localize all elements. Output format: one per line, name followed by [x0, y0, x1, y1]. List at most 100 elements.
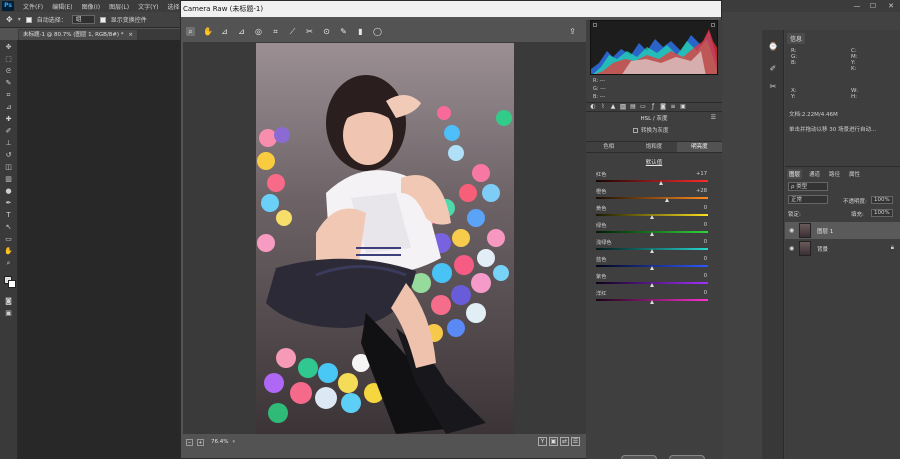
menu-image[interactable]: 图像(I)	[82, 2, 100, 11]
highlight-clip-indicator[interactable]	[711, 23, 715, 27]
fill-field[interactable]: 100%	[871, 209, 893, 217]
shape-tool-icon[interactable]: ▭	[4, 235, 13, 244]
presets-icon[interactable]: ≡	[670, 104, 676, 110]
spot-removal-icon[interactable]: ✂	[305, 27, 314, 36]
type-tool-icon[interactable]: T	[4, 211, 13, 220]
slider-thumb[interactable]	[649, 283, 654, 287]
screen-mode-icon[interactable]: ▣	[4, 309, 13, 318]
history-icon[interactable]: ⌚	[768, 42, 778, 52]
target-adjust-icon[interactable]: ◎	[254, 27, 263, 36]
tab-luminance[interactable]: 明亮度	[676, 142, 722, 152]
tab-paths[interactable]: 路径	[827, 169, 842, 179]
lasso-tool-icon[interactable]: ᘓ	[4, 67, 13, 76]
slider-thumb[interactable]	[649, 249, 654, 253]
preview-image[interactable]	[256, 43, 514, 434]
crop-tool-icon[interactable]: ⌗	[4, 91, 13, 100]
marquee-tool-icon[interactable]: ⬚	[4, 55, 13, 64]
shadow-clip-indicator[interactable]	[593, 23, 597, 27]
eye-icon[interactable]: ◉	[789, 245, 796, 252]
camera-calibration-icon[interactable]: ◙	[660, 104, 666, 110]
snapshots-icon[interactable]: ▣	[680, 104, 686, 110]
cancel-button[interactable]	[669, 455, 705, 459]
graduated-filter-icon[interactable]: ▮	[356, 27, 365, 36]
background-color-swatch[interactable]	[8, 280, 16, 288]
convert-grayscale-option[interactable]: 转换为灰度	[633, 126, 723, 135]
swap-settings-icon[interactable]: ⇄	[560, 437, 569, 446]
menu-layer[interactable]: 图层(L)	[109, 2, 129, 11]
menu-edit[interactable]: 编辑(E)	[52, 2, 72, 11]
tab-layers[interactable]: 图层	[787, 169, 803, 179]
quick-select-tool-icon[interactable]: ✎	[4, 79, 13, 88]
effects-icon[interactable]: ƒ	[650, 104, 656, 110]
layer-name[interactable]: 图层 1	[817, 227, 833, 235]
red-eye-icon[interactable]: ⊙	[322, 27, 331, 36]
tab-properties[interactable]: 属性	[847, 169, 862, 179]
layer-name[interactable]: 背景	[817, 245, 828, 253]
slider-value[interactable]: 0	[704, 222, 707, 228]
tab-info[interactable]: 信息	[787, 33, 806, 44]
healing-brush-tool-icon[interactable]: ✚	[4, 115, 13, 124]
crop-icon[interactable]: ⌗	[271, 27, 280, 36]
slider-track[interactable]	[596, 197, 708, 199]
pen-tool-icon[interactable]: ✒	[4, 199, 13, 208]
slider-thumb[interactable]	[649, 232, 654, 236]
straighten-icon[interactable]: ⟋	[288, 27, 297, 36]
blend-mode-dropdown[interactable]: 正常	[788, 195, 828, 204]
slider-value[interactable]: 0	[704, 290, 707, 296]
split-toning-icon[interactable]: ▤	[630, 104, 636, 110]
slider-thumb[interactable]	[659, 181, 664, 185]
history-brush-tool-icon[interactable]: ↺	[4, 151, 13, 160]
tab-hue[interactable]: 色相	[586, 142, 631, 152]
tab-channels[interactable]: 通道	[807, 169, 822, 179]
move-tool-icon[interactable]: ✥	[6, 15, 13, 24]
before-after-toggle-icon[interactable]: ▣	[549, 437, 558, 446]
gradient-tool-icon[interactable]: ▥	[4, 175, 13, 184]
slider-thumb[interactable]	[649, 266, 654, 270]
eye-icon[interactable]: ◉	[789, 227, 796, 234]
brush-tool-icon[interactable]: ✐	[4, 127, 13, 136]
lens-corrections-icon[interactable]: ▭	[640, 104, 646, 110]
slider-value[interactable]: 0	[704, 239, 707, 245]
close-icon[interactable]: ×	[128, 32, 133, 38]
zoom-in-button[interactable]: +	[197, 438, 204, 446]
zoom-level[interactable]: 76.4%	[211, 439, 228, 445]
move-tool-icon[interactable]: ✥	[4, 43, 13, 52]
zoom-out-button[interactable]: −	[186, 438, 193, 446]
radial-filter-icon[interactable]: ◯	[373, 27, 382, 36]
hsl-icon[interactable]: ▥	[620, 104, 626, 110]
show-transform-checkbox[interactable]	[99, 16, 106, 23]
zoom-icon[interactable]: ⌕	[186, 26, 195, 36]
slider-thumb[interactable]	[665, 198, 670, 202]
quick-mask-icon[interactable]: ◙	[4, 297, 13, 306]
detail-icon[interactable]: ▲	[610, 104, 616, 110]
maximize-button[interactable]: ☐	[868, 1, 878, 11]
dropdown-arrow-icon[interactable]: ▾	[18, 16, 21, 23]
defaults-link[interactable]: 默认值	[586, 158, 722, 166]
white-balance-icon[interactable]: ⊿	[220, 27, 229, 36]
eyedropper-tool-icon[interactable]: ⊿	[4, 103, 13, 112]
slider-thumb[interactable]	[649, 215, 654, 219]
auto-select-dropdown[interactable]: 组	[71, 15, 95, 24]
slider-value[interactable]: 0	[704, 205, 707, 211]
menu-type[interactable]: 文字(Y)	[138, 2, 158, 11]
panel-menu-icon[interactable]: ☰	[711, 114, 716, 121]
document-tab[interactable]: 未标题-1 @ 80.7% (图层 1, RGB/8#) * ×	[19, 30, 137, 40]
layer-filter-dropdown[interactable]: ρ 类型	[788, 182, 828, 191]
slider-thumb[interactable]	[649, 300, 654, 304]
layer-row[interactable]: ◉ 图层 1	[785, 222, 900, 239]
auto-select-checkbox[interactable]	[25, 16, 32, 23]
open-preferences-icon[interactable]: ⇪	[568, 27, 577, 36]
minimize-button[interactable]: —	[852, 1, 862, 11]
layer-row[interactable]: ◉ 背景 🔒︎	[785, 240, 900, 257]
hand-icon[interactable]: ✋	[203, 27, 213, 36]
ok-button[interactable]	[621, 455, 657, 459]
menu-file[interactable]: 文件(F)	[23, 2, 43, 11]
brush-settings-icon[interactable]: ✐	[768, 64, 778, 74]
stamp-tool-icon[interactable]: ⊥	[4, 139, 13, 148]
adjustment-brush-icon[interactable]: ✎	[339, 27, 348, 36]
tab-saturation[interactable]: 饱和度	[631, 142, 676, 152]
close-button[interactable]: ✕	[886, 1, 896, 11]
slider-track[interactable]	[596, 180, 708, 182]
slider-value[interactable]: 0	[704, 273, 707, 279]
slider-value[interactable]: +17	[696, 171, 707, 177]
